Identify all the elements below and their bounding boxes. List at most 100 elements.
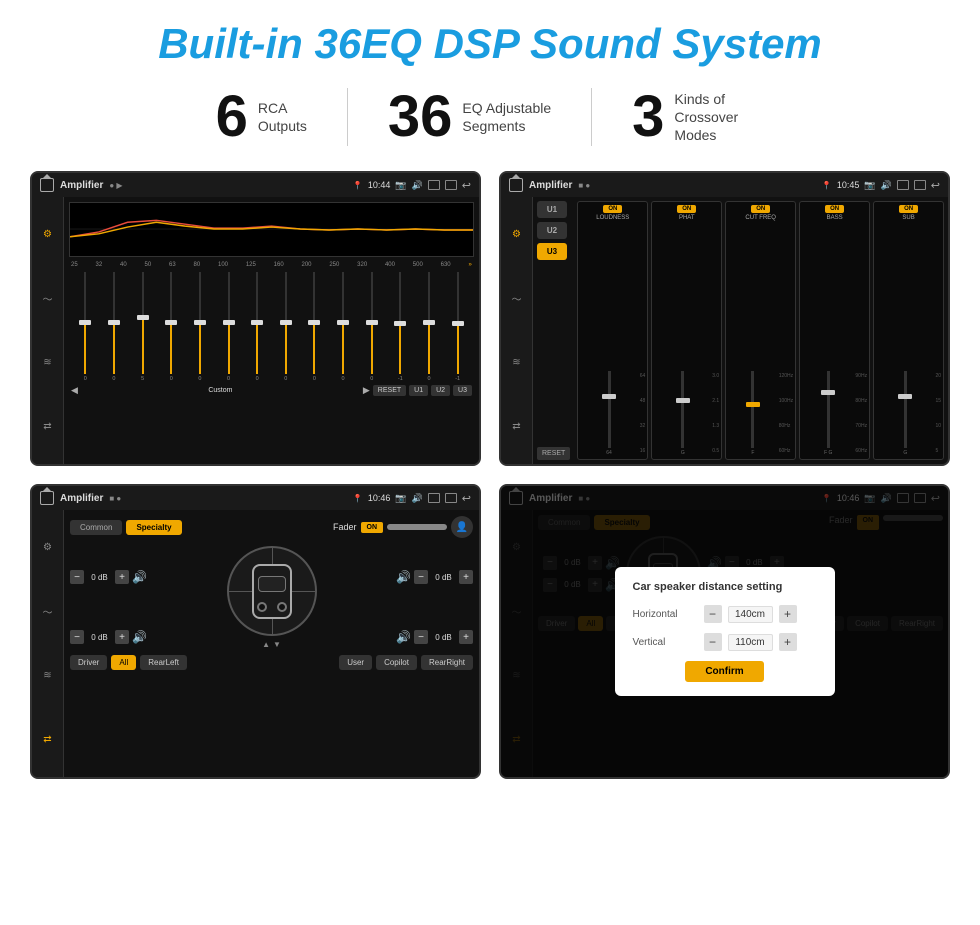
home-icon[interactable] <box>40 178 54 192</box>
stat-crossover-label: Kinds ofCrossover Modes <box>674 90 764 145</box>
channel-loudness: ON LOUDNESS 64 64483216 <box>577 201 648 460</box>
stat-rca-number: 6 <box>216 88 248 146</box>
right-bottom-control: 🔊 − 0 dB + <box>396 630 473 644</box>
driver-btn[interactable]: Driver <box>70 655 107 670</box>
all-btn[interactable]: All <box>111 655 136 670</box>
rearleft-btn[interactable]: RearLeft <box>140 655 187 670</box>
reset-button[interactable]: RESET <box>373 385 406 396</box>
slider-11[interactable]: 0 <box>358 272 385 382</box>
copilot-btn[interactable]: Copilot <box>376 655 417 670</box>
arrows-icon[interactable]: ⇄ <box>39 418 57 436</box>
slider-13[interactable]: 0 <box>416 272 443 382</box>
left-bottom-minus[interactable]: − <box>70 630 84 644</box>
tab-common[interactable]: Common <box>70 520 122 535</box>
preset-u3[interactable]: U3 <box>537 243 567 260</box>
screen1-status-dot: ● ▶ <box>109 181 122 190</box>
bottom-buttons-3: Driver All RearLeft User Copilot RearRig… <box>70 655 473 670</box>
slider-2[interactable]: 0 <box>101 272 128 382</box>
left-top-plus[interactable]: + <box>115 570 129 584</box>
slider-9[interactable]: 0 <box>301 272 328 382</box>
eq-graph <box>69 202 474 257</box>
slider-6[interactable]: 0 <box>215 272 242 382</box>
vertical-minus-btn[interactable]: − <box>704 633 722 651</box>
slider-5[interactable]: 0 <box>187 272 214 382</box>
right-top-plus[interactable]: + <box>459 570 473 584</box>
freq-50: 50 <box>145 262 152 268</box>
back-icon-2[interactable]: ↩ <box>931 179 940 192</box>
phat-toggle[interactable]: ON <box>677 205 696 213</box>
slider-14[interactable]: -1 <box>444 272 471 382</box>
slider-8[interactable]: 0 <box>272 272 299 382</box>
loudness-name: LOUDNESS <box>596 215 629 221</box>
slider-3[interactable]: 5 <box>129 272 156 382</box>
u2-button[interactable]: U2 <box>431 385 450 396</box>
wave-icon[interactable]: 〜 <box>39 289 57 307</box>
right-top-control: 🔊 − 0 dB + <box>396 570 473 584</box>
eq2-reset-button[interactable]: RESET <box>537 447 570 460</box>
u3-button[interactable]: U3 <box>453 385 472 396</box>
freq-more[interactable]: » <box>468 262 471 268</box>
channel-phat: ON PHAT G 3.02.11.30.5 <box>651 201 722 460</box>
eq2-arrows-icon[interactable]: ⇄ <box>508 418 526 436</box>
next-arrow[interactable]: ▶ <box>363 385 370 396</box>
eq2-wave2-icon[interactable]: ≋ <box>508 354 526 372</box>
loudness-toggle[interactable]: ON <box>603 205 622 213</box>
vertical-plus-btn[interactable]: + <box>779 633 797 651</box>
user-btn[interactable]: User <box>339 655 372 670</box>
bal-wave2-icon[interactable]: ≋ <box>39 667 57 685</box>
screen3-topbar-left: Amplifier ■ ● <box>40 491 121 505</box>
slider-1[interactable]: 0 <box>72 272 99 382</box>
bal-arrows-icon[interactable]: ⇄ <box>39 731 57 749</box>
wave2-icon[interactable]: ≋ <box>39 354 57 372</box>
home-icon-2[interactable] <box>509 178 523 192</box>
right-top-minus[interactable]: − <box>414 570 428 584</box>
right-bottom-db: 0 dB <box>431 633 456 642</box>
right-channel-controls: 🔊 − 0 dB + 🔊 − 0 dB + <box>396 546 473 644</box>
prev-arrow[interactable]: ◀ <box>71 385 78 396</box>
stat-rca: 6 RCAOutputs <box>176 88 348 146</box>
screen3-time: 10:46 <box>368 493 391 503</box>
rearright-btn[interactable]: RearRight <box>421 655 473 670</box>
fader-slider[interactable] <box>387 524 447 530</box>
camera-icon-3: 📷 <box>395 493 406 504</box>
slider-12[interactable]: -1 <box>387 272 414 382</box>
back-icon-3[interactable]: ↩ <box>462 492 471 505</box>
sub-toggle[interactable]: ON <box>899 205 918 213</box>
screen2-topbar-right: 📍 10:45 📷 🔊 ↩ <box>822 179 940 192</box>
horizontal-minus-btn[interactable]: − <box>704 605 722 623</box>
left-top-control: − 0 dB + 🔊 <box>70 570 147 584</box>
fader-toggle[interactable]: ON <box>361 522 384 533</box>
balance-diagram[interactable]: ▲ ▼ <box>155 546 388 649</box>
eq2-settings-icon[interactable]: ⚙ <box>508 225 526 243</box>
tab-specialty[interactable]: Specialty <box>126 520 181 535</box>
user-avatar[interactable]: 👤 <box>451 516 473 538</box>
balance-circle[interactable] <box>227 546 317 636</box>
right-bottom-plus[interactable]: + <box>459 630 473 644</box>
bal-settings-icon[interactable]: ⚙ <box>39 538 57 556</box>
left-bottom-plus[interactable]: + <box>115 630 129 644</box>
eq-sidebar: ⚙ 〜 ≋ ⇄ <box>32 197 64 464</box>
screen3-topbar: Amplifier ■ ● 📍 10:46 📷 🔊 ↩ <box>32 486 479 510</box>
right-bottom-minus[interactable]: − <box>414 630 428 644</box>
dialog-horizontal-row: Horizontal − 140cm + <box>633 605 817 623</box>
confirm-button[interactable]: Confirm <box>685 661 763 682</box>
home-icon-3[interactable] <box>40 491 54 505</box>
screen-eq2: Amplifier ■ ● 📍 10:45 📷 🔊 ↩ ⚙ 〜 ≋ <box>499 171 950 466</box>
slider-4[interactable]: 0 <box>158 272 185 382</box>
preset-u1[interactable]: U1 <box>537 201 567 218</box>
freq-63: 63 <box>169 262 176 268</box>
bal-wave-icon[interactable]: 〜 <box>39 602 57 620</box>
back-icon[interactable]: ↩ <box>462 179 471 192</box>
slider-10[interactable]: 0 <box>330 272 357 382</box>
slider-7[interactable]: 0 <box>244 272 271 382</box>
eq2-wave-icon[interactable]: 〜 <box>508 289 526 307</box>
horizontal-plus-btn[interactable]: + <box>779 605 797 623</box>
eq-icon[interactable]: ⚙ <box>39 225 57 243</box>
bass-toggle[interactable]: ON <box>825 205 844 213</box>
left-top-minus[interactable]: − <box>70 570 84 584</box>
u1-button[interactable]: U1 <box>409 385 428 396</box>
screens-grid: Amplifier ● ▶ 📍 10:44 📷 🔊 ↩ ⚙ 〜 ≋ <box>30 171 950 779</box>
left-channel-controls: − 0 dB + 🔊 − 0 dB + 🔊 <box>70 546 147 644</box>
preset-u2[interactable]: U2 <box>537 222 567 239</box>
cutfreq-toggle[interactable]: ON <box>751 205 770 213</box>
